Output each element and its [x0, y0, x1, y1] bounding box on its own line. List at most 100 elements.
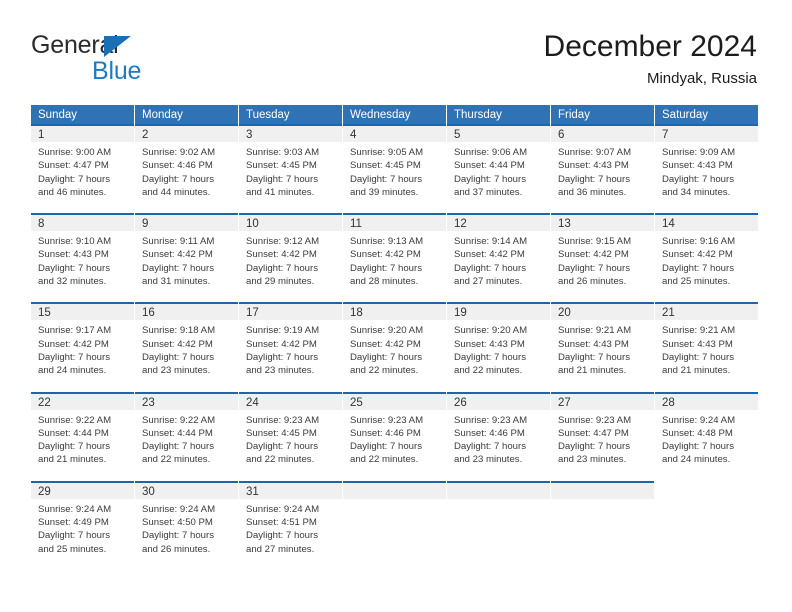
day-number: 29: [31, 480, 134, 499]
day-cell[interactable]: 26 Sunrise: 9:23 AM Sunset: 4:46 PM Dayl…: [447, 391, 551, 473]
week-row: 29 Sunrise: 9:24 AM Sunset: 4:49 PM Dayl…: [31, 480, 758, 562]
sunrise-text: Sunrise: 9:05 AM: [350, 147, 424, 158]
day-cell[interactable]: 5 Sunrise: 9:06 AM Sunset: 4:44 PM Dayli…: [447, 124, 551, 206]
day-cell[interactable]: 25 Sunrise: 9:23 AM Sunset: 4:46 PM Dayl…: [343, 391, 447, 473]
day-number: 25: [343, 391, 446, 410]
day-info: Sunrise: 9:13 AM Sunset: 4:42 PM Dayligh…: [343, 231, 446, 294]
daylight-line2: and 26 minutes.: [142, 543, 211, 555]
day-info: Sunrise: 9:23 AM Sunset: 4:46 PM Dayligh…: [343, 410, 446, 473]
daylight-line2: and 22 minutes.: [350, 454, 419, 466]
day-info: Sunrise: 9:24 AM Sunset: 4:51 PM Dayligh…: [239, 499, 342, 562]
day-number: 12: [447, 213, 550, 232]
daylight-line2: and 27 minutes.: [246, 543, 315, 555]
day-cell[interactable]: 13 Sunrise: 9:15 AM Sunset: 4:42 PM Dayl…: [551, 213, 655, 295]
sunrise-text: Sunrise: 9:16 AM: [662, 236, 736, 248]
daylight-line2: and 25 minutes.: [662, 276, 731, 288]
day-cell[interactable]: 21 Sunrise: 9:21 AM Sunset: 4:43 PM Dayl…: [655, 302, 758, 383]
daylight-line2: and 22 minutes.: [454, 365, 523, 377]
sunrise-text: Sunrise: 9:24 AM: [38, 503, 112, 515]
day-cell-blank: [655, 481, 758, 562]
daylight-line1: Daylight: 7 hours: [558, 441, 630, 453]
general-blue-logo[interactable]: General Blue: [31, 30, 231, 92]
daylight-line1: Daylight: 7 hours: [246, 530, 318, 542]
daylight-line2: and 37 minutes.: [454, 186, 523, 198]
daylight-line1: Daylight: 7 hours: [246, 441, 318, 453]
day-info: Sunrise: 9:20 AM Sunset: 4:43 PM Dayligh…: [447, 320, 550, 383]
day-number: 10: [239, 213, 342, 232]
day-cell[interactable]: 7 Sunrise: 9:09 AM Sunset: 4:43 PM Dayli…: [655, 124, 758, 205]
day-cell[interactable]: 23 Sunrise: 9:22 AM Sunset: 4:44 PM Dayl…: [135, 391, 239, 473]
sunset-text: Sunset: 4:43 PM: [558, 160, 629, 172]
daylight-line1: Daylight: 7 hours: [38, 173, 110, 185]
day-cell[interactable]: 20 Sunrise: 9:21 AM Sunset: 4:43 PM Dayl…: [551, 302, 655, 384]
day-info: Sunrise: 9:07 AM Sunset: 4:43 PM Dayligh…: [551, 142, 654, 205]
sunrise-text: Sunrise: 9:17 AM: [38, 325, 112, 337]
sunset-text: Sunset: 4:43 PM: [454, 338, 525, 350]
sunrise-text: Sunrise: 9:22 AM: [38, 414, 112, 426]
day-info: Sunrise: 9:14 AM Sunset: 4:42 PM Dayligh…: [447, 231, 550, 294]
day-info: Sunrise: 9:23 AM Sunset: 4:45 PM Dayligh…: [239, 410, 342, 473]
daylight-line2: and 31 minutes.: [142, 276, 211, 288]
day-cell[interactable]: 1 Sunrise: 9:00 AM Sunset: 4:47 PM Dayli…: [31, 124, 135, 206]
sunset-text: Sunset: 4:43 PM: [662, 160, 733, 172]
daylight-line2: and 25 minutes.: [38, 543, 107, 555]
sunset-text: Sunset: 4:47 PM: [558, 427, 629, 439]
daylight-line1: Daylight: 7 hours: [662, 351, 734, 363]
daylight-line2: and 24 minutes.: [662, 454, 731, 466]
day-info: Sunrise: 9:05 AM Sunset: 4:45 PM Dayligh…: [343, 142, 446, 205]
day-cell[interactable]: 10 Sunrise: 9:12 AM Sunset: 4:42 PM Dayl…: [239, 213, 343, 295]
day-number: [655, 481, 758, 499]
weekday-header-friday: Friday: [551, 105, 655, 124]
weekday-header-thursday: Thursday: [447, 105, 551, 124]
sunset-text: Sunset: 4:42 PM: [246, 249, 317, 261]
day-cell[interactable]: 31 Sunrise: 9:24 AM Sunset: 4:51 PM Dayl…: [239, 480, 343, 562]
day-cell[interactable]: 28 Sunrise: 9:24 AM Sunset: 4:48 PM Dayl…: [655, 391, 758, 473]
day-number: 6: [551, 124, 654, 142]
sunset-text: Sunset: 4:42 PM: [38, 338, 109, 350]
day-cell[interactable]: 18 Sunrise: 9:20 AM Sunset: 4:42 PM Dayl…: [343, 302, 447, 384]
day-cell[interactable]: 16 Sunrise: 9:18 AM Sunset: 4:42 PM Dayl…: [135, 302, 239, 384]
day-info: Sunrise: 9:24 AM Sunset: 4:49 PM Dayligh…: [31, 499, 134, 562]
day-number: 8: [31, 213, 134, 232]
day-info: Sunrise: 9:06 AM Sunset: 4:44 PM Dayligh…: [447, 142, 550, 205]
day-info: Sunrise: 9:22 AM Sunset: 4:44 PM Dayligh…: [31, 410, 134, 473]
weekday-header-saturday: Saturday: [655, 105, 758, 124]
day-cell[interactable]: 3 Sunrise: 9:03 AM Sunset: 4:45 PM Dayli…: [239, 124, 343, 206]
day-number: [551, 480, 654, 499]
day-number: 7: [655, 124, 758, 142]
day-cell[interactable]: 14 Sunrise: 9:16 AM Sunset: 4:42 PM Dayl…: [655, 213, 758, 294]
daylight-line2: and 21 minutes.: [662, 365, 731, 377]
day-cell[interactable]: 6 Sunrise: 9:07 AM Sunset: 4:43 PM Dayli…: [551, 124, 655, 206]
sunset-text: Sunset: 4:46 PM: [454, 427, 525, 439]
sunset-text: Sunset: 4:42 PM: [662, 249, 733, 261]
day-cell[interactable]: 19 Sunrise: 9:20 AM Sunset: 4:43 PM Dayl…: [447, 302, 551, 384]
calendar-page: General Blue December 2024 Mindyak, Russ…: [0, 0, 792, 612]
day-cell[interactable]: 24 Sunrise: 9:23 AM Sunset: 4:45 PM Dayl…: [239, 391, 343, 473]
day-number: 30: [135, 480, 238, 499]
daylight-line2: and 46 minutes.: [38, 186, 107, 198]
day-cell[interactable]: 29 Sunrise: 9:24 AM Sunset: 4:49 PM Dayl…: [31, 480, 135, 562]
sunset-text: Sunset: 4:44 PM: [38, 427, 109, 439]
day-cell[interactable]: 27 Sunrise: 9:23 AM Sunset: 4:47 PM Dayl…: [551, 391, 655, 473]
weekday-header-tuesday: Tuesday: [239, 105, 343, 124]
day-cell[interactable]: 9 Sunrise: 9:11 AM Sunset: 4:42 PM Dayli…: [135, 213, 239, 295]
day-cell[interactable]: 11 Sunrise: 9:13 AM Sunset: 4:42 PM Dayl…: [343, 213, 447, 295]
sunset-text: Sunset: 4:42 PM: [350, 249, 421, 261]
day-cell[interactable]: 2 Sunrise: 9:02 AM Sunset: 4:46 PM Dayli…: [135, 124, 239, 206]
day-info: Sunrise: 9:24 AM Sunset: 4:50 PM Dayligh…: [135, 499, 238, 562]
day-cell[interactable]: 17 Sunrise: 9:19 AM Sunset: 4:42 PM Dayl…: [239, 302, 343, 384]
daylight-line2: and 24 minutes.: [38, 365, 107, 377]
daylight-line2: and 23 minutes.: [558, 454, 627, 466]
sunrise-text: Sunrise: 9:23 AM: [454, 414, 528, 426]
day-cell[interactable]: 22 Sunrise: 9:22 AM Sunset: 4:44 PM Dayl…: [31, 391, 135, 473]
day-cell[interactable]: 8 Sunrise: 9:10 AM Sunset: 4:43 PM Dayli…: [31, 213, 135, 295]
day-cell[interactable]: 15 Sunrise: 9:17 AM Sunset: 4:42 PM Dayl…: [31, 302, 135, 384]
sunrise-text: Sunrise: 9:20 AM: [454, 325, 528, 337]
day-cell[interactable]: 30 Sunrise: 9:24 AM Sunset: 4:50 PM Dayl…: [135, 480, 239, 562]
day-number: 26: [447, 391, 550, 410]
day-cell[interactable]: 12 Sunrise: 9:14 AM Sunset: 4:42 PM Dayl…: [447, 213, 551, 295]
daylight-line2: and 44 minutes.: [142, 186, 211, 198]
day-number: 11: [343, 213, 446, 232]
daylight-line1: Daylight: 7 hours: [246, 262, 318, 274]
day-cell[interactable]: 4 Sunrise: 9:05 AM Sunset: 4:45 PM Dayli…: [343, 124, 447, 206]
